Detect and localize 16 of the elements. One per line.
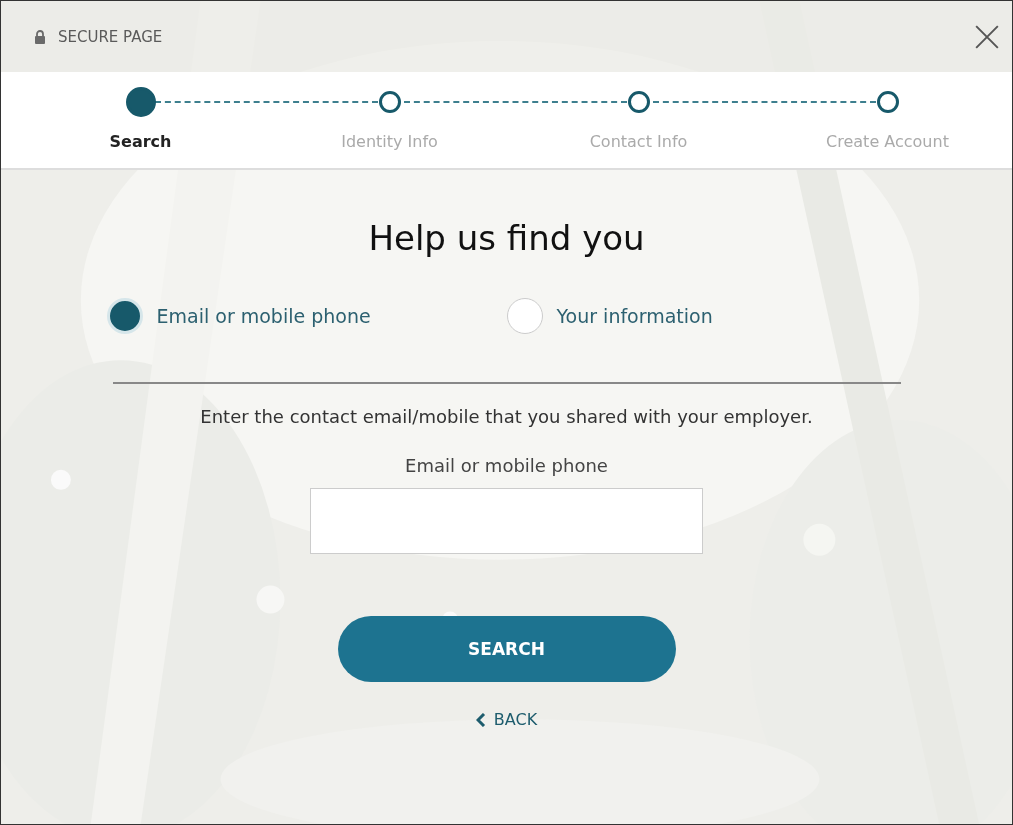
- header-title: SECURE PAGE: [58, 27, 163, 46]
- chevron-left-icon: [475, 712, 486, 727]
- step-label: Identity Info: [341, 132, 438, 151]
- radio-option[interactable]: Email or mobile phone: [106, 298, 507, 334]
- step-label: Search: [109, 132, 172, 151]
- instruction-text: Enter the contact email/mobile that you shared with your employer.: [200, 406, 813, 427]
- input-field[interactable]: [310, 488, 703, 554]
- heading: Help us find you: [368, 218, 645, 258]
- close-icon: [974, 23, 1000, 50]
- field-label: Email or mobile phone: [405, 455, 608, 476]
- lock-icon: [34, 29, 46, 44]
- step-label: Create Account: [826, 132, 949, 151]
- search-button[interactable]: SEARCH: [337, 616, 676, 682]
- back-link[interactable]: BACK: [475, 710, 538, 729]
- step-label: Contact Info: [589, 132, 688, 151]
- radio-option[interactable]: Your information: [506, 298, 907, 334]
